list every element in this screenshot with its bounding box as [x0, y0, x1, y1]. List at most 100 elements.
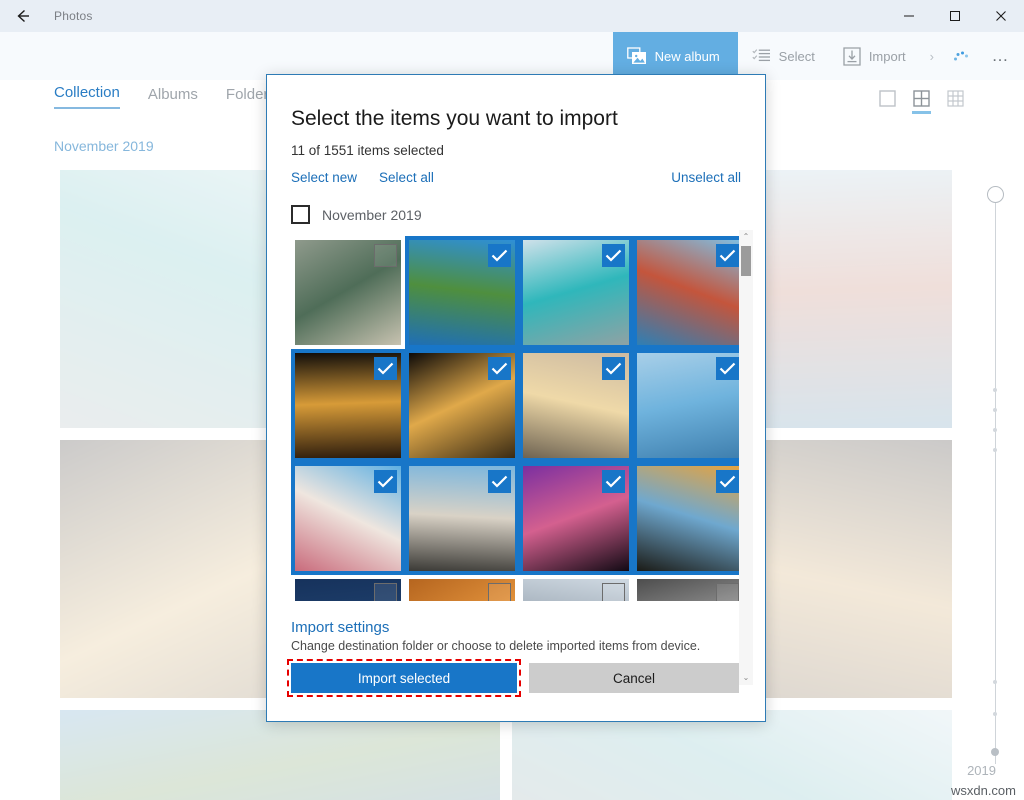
select-label: Select [779, 49, 815, 64]
timeline-tick [993, 408, 997, 412]
maximize-button[interactable] [932, 0, 978, 32]
new-album-button[interactable]: New album [613, 32, 738, 80]
thumbnail-unchecked-icon[interactable] [374, 244, 397, 267]
back-button[interactable] [0, 0, 46, 32]
view-mode-grid-3x3[interactable] [944, 90, 966, 114]
import-selected-button[interactable]: Import selected [291, 663, 517, 693]
grid-3x3-icon [947, 90, 964, 107]
cancel-button[interactable]: Cancel [529, 663, 739, 693]
section-month-header: November 2019 [54, 138, 154, 154]
timeline-tick [993, 712, 997, 716]
thumbnail-scroll-area [291, 236, 743, 601]
thumbnail-item[interactable] [637, 353, 743, 458]
timeline-track [995, 194, 996, 764]
new-album-label: New album [655, 49, 720, 64]
thumbnail-unchecked-icon[interactable] [488, 583, 511, 601]
thumbnail-unchecked-icon[interactable] [716, 583, 739, 601]
thumbnail-item[interactable] [295, 240, 401, 345]
timeline-tick [993, 448, 997, 452]
more-options-button[interactable]: … [978, 32, 1024, 80]
thumbnail-item[interactable] [409, 353, 515, 458]
select-all-link[interactable]: Select all [379, 170, 434, 185]
thumbnail-checked-icon[interactable] [716, 357, 739, 380]
close-button[interactable] [978, 0, 1024, 32]
thumbnail-checked-icon[interactable] [488, 470, 511, 493]
import-dialog: Select the items you want to import 11 o… [266, 74, 766, 722]
timeline-tick [993, 428, 997, 432]
new-album-icon [627, 47, 647, 65]
select-button[interactable]: Select [738, 32, 829, 80]
dialog-title: Select the items you want to import [291, 107, 741, 131]
back-arrow-icon [14, 7, 32, 25]
thumbnail-unchecked-icon[interactable] [602, 583, 625, 601]
thumbnail-item[interactable] [523, 240, 629, 345]
thumbnail-checked-icon[interactable] [374, 470, 397, 493]
scrollbar-track[interactable] [739, 244, 753, 671]
grid-2x2-icon [913, 90, 930, 107]
minimize-button[interactable] [886, 0, 932, 32]
thumbnail-checked-icon[interactable] [602, 470, 625, 493]
view-mode-grid-2x2[interactable] [910, 90, 932, 114]
timeline-tick [993, 680, 997, 684]
thumbnail-checked-icon[interactable] [716, 470, 739, 493]
thumbnail-checked-icon[interactable] [716, 244, 739, 267]
chevron-right-icon[interactable]: › [920, 32, 944, 80]
minimize-icon [903, 10, 915, 22]
dialog-action-buttons: Import selected Cancel [291, 663, 741, 693]
import-button[interactable]: Import [829, 32, 920, 80]
tab-albums[interactable]: Albums [148, 86, 198, 109]
import-icon [843, 47, 861, 66]
thumbnail-unchecked-icon[interactable] [374, 583, 397, 601]
group-header-row[interactable]: November 2019 [291, 205, 741, 224]
thumbnail-checked-icon[interactable] [602, 357, 625, 380]
scroll-down-arrow-icon[interactable]: ⌄ [743, 671, 750, 685]
thumbnail-item[interactable] [295, 466, 401, 571]
thumbnail-checked-icon[interactable] [488, 357, 511, 380]
timeline-handle[interactable] [987, 186, 1004, 203]
thumbnail-checked-icon[interactable] [602, 244, 625, 267]
thumbnail-item[interactable] [295, 579, 401, 601]
thumbnail-item[interactable] [523, 579, 629, 601]
scrollbar-thumb[interactable] [741, 246, 751, 276]
thumbnail-item[interactable] [409, 240, 515, 345]
group-label: November 2019 [322, 207, 422, 223]
import-label: Import [869, 49, 906, 64]
view-mode-single[interactable] [876, 90, 898, 114]
thumbnail-item[interactable] [637, 240, 743, 345]
thumbnail-item[interactable] [409, 466, 515, 571]
thumbnail-item[interactable] [637, 466, 743, 571]
unselect-all-link[interactable]: Unselect all [671, 170, 741, 185]
thumbnail-item[interactable] [523, 466, 629, 571]
thumbnail-item[interactable] [409, 579, 515, 601]
thumbnail-checked-icon[interactable] [488, 244, 511, 267]
scroll-up-arrow-icon[interactable]: ⌃ [743, 230, 750, 244]
select-new-link[interactable]: Select new [291, 170, 357, 185]
group-checkbox[interactable] [291, 205, 310, 224]
dialog-footer: Import settings Change destination folde… [267, 613, 765, 721]
import-selected-button-wrapper: Import selected [291, 663, 517, 693]
dialog-subtitle: 11 of 1551 items selected [291, 143, 741, 158]
thumbnail-item[interactable] [295, 353, 401, 458]
dialog-scrollbar[interactable]: ⌃ ⌄ [739, 230, 753, 685]
watermark: wsxdn.com [951, 783, 1016, 798]
thumbnail-checked-icon[interactable] [374, 357, 397, 380]
thumbnail-item[interactable] [523, 353, 629, 458]
window-caption-buttons [886, 0, 1024, 32]
single-square-icon [879, 90, 896, 107]
dialog-selection-links: Select new Select all Unselect all [291, 170, 741, 185]
thumbnail-item[interactable] [637, 579, 743, 601]
tab-collection[interactable]: Collection [54, 84, 120, 109]
timeline-scrubber[interactable] [976, 180, 1016, 780]
collection-photo[interactable] [512, 710, 952, 800]
nav-tabs: Collection Albums Folders [54, 84, 276, 109]
window-title: Photos [54, 9, 93, 23]
timeline-tick [993, 388, 997, 392]
view-mode-switcher [876, 90, 966, 114]
loading-spinner-icon [944, 32, 978, 80]
select-icon [752, 48, 771, 64]
timeline-end-dot [991, 748, 999, 756]
title-bar: Photos [0, 0, 1024, 32]
import-settings-link[interactable]: Import settings [291, 619, 741, 636]
collection-photo[interactable] [60, 710, 500, 800]
import-settings-description: Change destination folder or choose to d… [291, 639, 741, 653]
